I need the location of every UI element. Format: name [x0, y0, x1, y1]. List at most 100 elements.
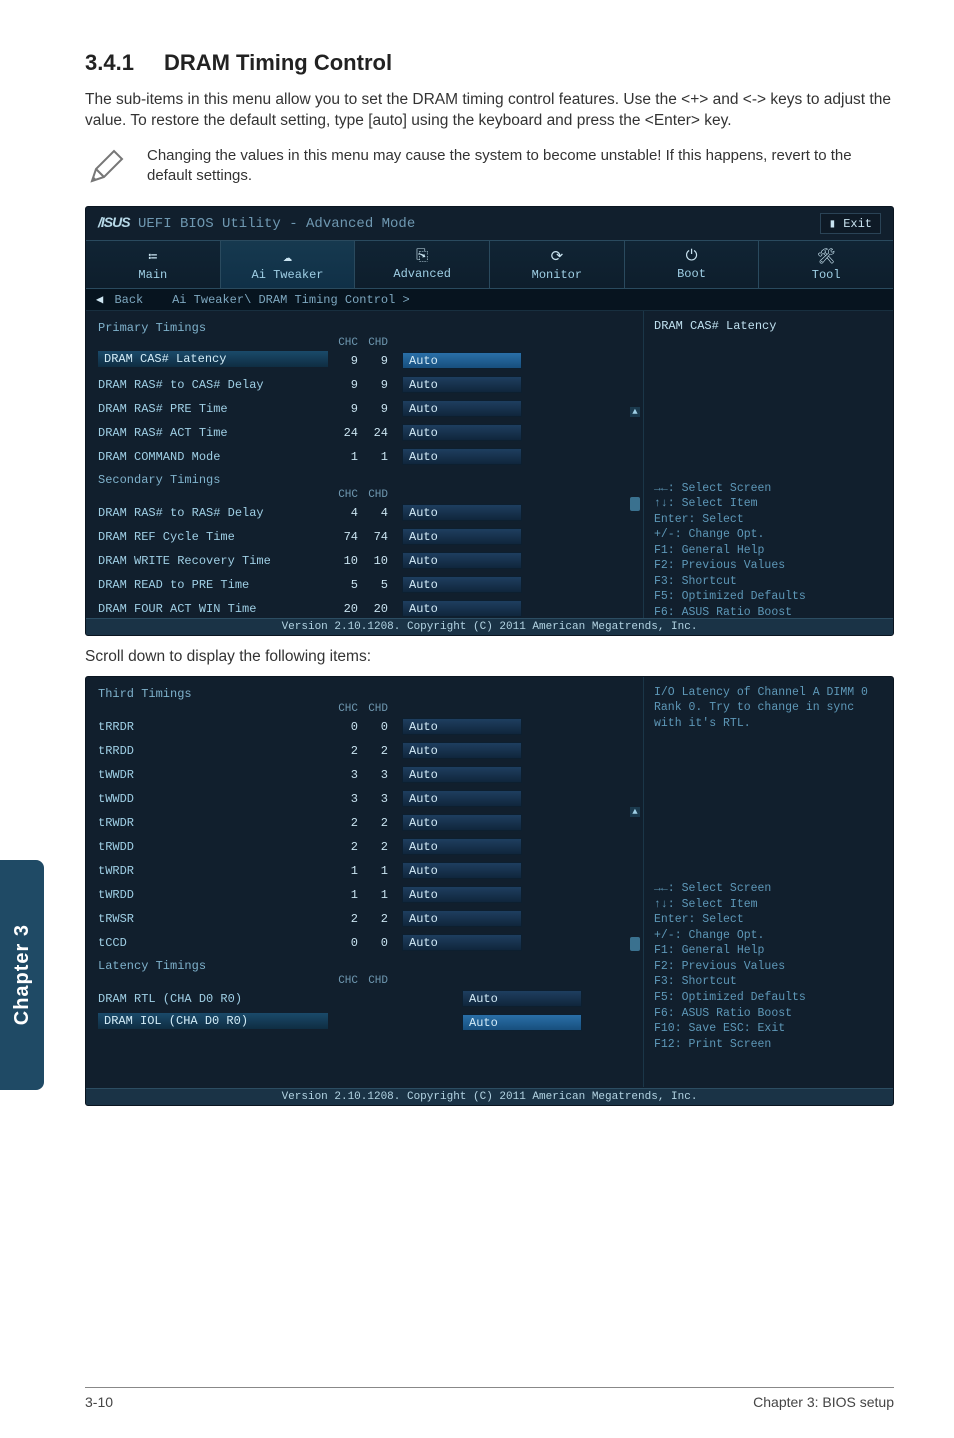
setting-row[interactable]: DRAM RAS# to CAS# Delay 9 9 Auto: [98, 373, 633, 397]
tab-icon: ≔: [86, 247, 220, 266]
help-line: F12: Print Screen: [654, 1037, 883, 1053]
setting-row[interactable]: tCCD 0 0 Auto: [98, 931, 633, 955]
setting-label: DRAM RAS# ACT Time: [98, 426, 328, 440]
exit-label: Exit: [843, 217, 872, 231]
tab-label: Advanced: [393, 267, 451, 281]
chc-val: 10: [328, 554, 358, 568]
setting-row[interactable]: tRRDD 2 2 Auto: [98, 739, 633, 763]
col-headers: CHCCHD: [328, 337, 633, 349]
setting-value[interactable]: Auto: [402, 886, 522, 903]
setting-value[interactable]: Auto: [402, 790, 522, 807]
setting-row[interactable]: DRAM RAS# to RAS# Delay 4 4 Auto: [98, 501, 633, 525]
setting-value[interactable]: Auto: [402, 576, 522, 593]
chd-val: 3: [358, 792, 388, 806]
setting-value[interactable]: Auto: [402, 424, 522, 441]
pencil-icon: [85, 146, 127, 188]
col-headers: CHCCHD: [328, 975, 633, 987]
setting-value[interactable]: Auto: [402, 600, 522, 617]
setting-row-selected[interactable]: DRAM IOL (CHA D0 R0) Auto: [98, 1011, 633, 1035]
chd-val: 10: [358, 554, 388, 568]
setting-value[interactable]: Auto: [402, 862, 522, 879]
setting-value[interactable]: Auto: [402, 718, 522, 735]
help-line: F6: ASUS Ratio Boost: [654, 1006, 883, 1022]
setting-row[interactable]: tRRDR 0 0 Auto: [98, 715, 633, 739]
setting-row[interactable]: tWWDR 3 3 Auto: [98, 763, 633, 787]
tab-monitor[interactable]: ⟳Monitor: [490, 241, 625, 288]
setting-value[interactable]: Auto: [402, 838, 522, 855]
setting-row[interactable]: DRAM RTL (CHA D0 R0) Auto: [98, 987, 633, 1011]
help-description: I/O Latency of Channel A DIMM 0 Rank 0. …: [654, 685, 883, 732]
chc-val: 2: [328, 744, 358, 758]
setting-value[interactable]: Auto: [402, 504, 522, 521]
chd-val: 5: [358, 578, 388, 592]
setting-value[interactable]: Auto: [402, 400, 522, 417]
setting-value[interactable]: Auto: [402, 766, 522, 783]
setting-row[interactable]: tWWDD 3 3 Auto: [98, 787, 633, 811]
tab-ai-tweaker[interactable]: ☁Ai Tweaker: [221, 241, 356, 288]
help-line: F3: Shortcut: [654, 974, 883, 990]
scroll-up-icon[interactable]: ▲: [630, 807, 640, 817]
bios-tab-bar: ≔Main☁Ai Tweaker⎘Advanced⟳Monitor⏻Boot🛠T…: [86, 240, 893, 289]
tab-tool[interactable]: 🛠Tool: [759, 241, 893, 288]
setting-value[interactable]: Auto: [402, 742, 522, 759]
setting-row[interactable]: DRAM REF Cycle Time 74 74 Auto: [98, 525, 633, 549]
setting-row-selected[interactable]: DRAM CAS# Latency 9 9 Auto: [98, 349, 633, 373]
section-number: 3.4.1: [85, 50, 134, 75]
chd-val: 4: [358, 506, 388, 520]
help-line: F3: Shortcut: [654, 574, 883, 590]
scroll-thumb[interactable]: [630, 497, 640, 511]
setting-value[interactable]: Auto: [402, 352, 522, 369]
bios-brand: /ISUS: [98, 214, 130, 230]
tab-boot[interactable]: ⏻Boot: [625, 241, 760, 288]
setting-value[interactable]: Auto: [402, 910, 522, 927]
scroll-instruction: Scroll down to display the following ite…: [85, 648, 894, 666]
scroll-thumb[interactable]: [630, 937, 640, 951]
chc-val: 2: [328, 912, 358, 926]
chd-val: 0: [358, 936, 388, 950]
setting-row[interactable]: tRWDR 2 2 Auto: [98, 811, 633, 835]
bios-title-bar: /ISUS UEFI BIOS Utility - Advanced Mode …: [86, 207, 893, 240]
setting-value[interactable]: Auto: [462, 1014, 582, 1031]
help-line: F5: Optimized Defaults: [654, 589, 883, 605]
setting-row[interactable]: DRAM WRITE Recovery Time 10 10 Auto: [98, 549, 633, 573]
setting-label: DRAM READ to PRE Time: [98, 578, 328, 592]
breadcrumb-back[interactable]: Back: [114, 293, 143, 307]
scroll-up-icon[interactable]: ▲: [630, 407, 640, 417]
setting-value[interactable]: Auto: [402, 552, 522, 569]
setting-label: tRWSR: [98, 912, 328, 926]
setting-label: DRAM FOUR ACT WIN Time: [98, 602, 328, 616]
tab-main[interactable]: ≔Main: [86, 241, 221, 288]
chc-val: 3: [328, 768, 358, 782]
setting-label: tRWDD: [98, 840, 328, 854]
setting-row[interactable]: tRWDD 2 2 Auto: [98, 835, 633, 859]
help-line: F5: Optimized Defaults: [654, 990, 883, 1006]
setting-value[interactable]: Auto: [402, 934, 522, 951]
back-icon[interactable]: ◀: [96, 293, 103, 307]
setting-row[interactable]: tWRDR 1 1 Auto: [98, 859, 633, 883]
setting-value[interactable]: Auto: [402, 448, 522, 465]
chc-val: 3: [328, 792, 358, 806]
setting-value[interactable]: Auto: [462, 990, 582, 1007]
help-title: DRAM CAS# Latency: [654, 319, 883, 333]
exit-button[interactable]: ▮ Exit: [820, 213, 881, 234]
setting-row[interactable]: DRAM READ to PRE Time 5 5 Auto: [98, 573, 633, 597]
setting-row[interactable]: DRAM RAS# ACT Time 24 24 Auto: [98, 421, 633, 445]
setting-value[interactable]: Auto: [402, 528, 522, 545]
help-line: +/-: Change Opt.: [654, 928, 883, 944]
setting-row[interactable]: tRWSR 2 2 Auto: [98, 907, 633, 931]
group-title: Latency Timings: [98, 959, 633, 973]
help-keys: →←: Select Screen↑↓: Select ItemEnter: S…: [654, 881, 883, 1052]
chd-val: 2: [358, 816, 388, 830]
bios-panel-2: Third TimingsCHCCHD tRRDR 0 0 Auto tRRDD…: [85, 676, 894, 1106]
setting-label: DRAM CAS# Latency: [98, 351, 328, 367]
setting-row[interactable]: DRAM COMMAND Mode 1 1 Auto: [98, 445, 633, 469]
intro-paragraph: The sub-items in this menu allow you to …: [85, 90, 894, 132]
note-block: Changing the values in this menu may cau…: [85, 146, 894, 188]
chd-val: 1: [358, 450, 388, 464]
setting-row[interactable]: tWRDD 1 1 Auto: [98, 883, 633, 907]
setting-value[interactable]: Auto: [402, 376, 522, 393]
setting-row[interactable]: DRAM RAS# PRE Time 9 9 Auto: [98, 397, 633, 421]
setting-value[interactable]: Auto: [402, 814, 522, 831]
tab-advanced[interactable]: ⎘Advanced: [355, 241, 490, 288]
setting-label: DRAM REF Cycle Time: [98, 530, 328, 544]
